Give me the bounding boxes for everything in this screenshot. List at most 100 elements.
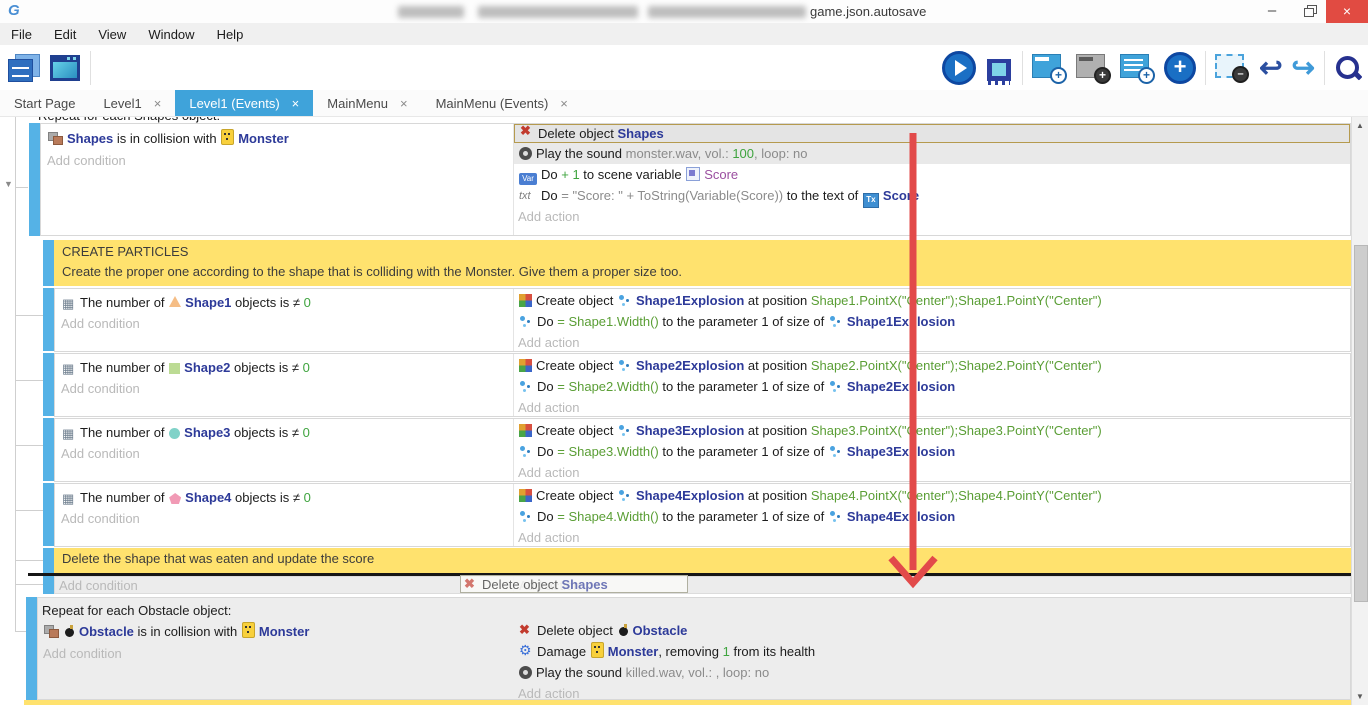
text-run: Create object (536, 358, 617, 373)
menu-edit[interactable]: Edit (43, 27, 87, 42)
delete-event-icon[interactable] (1215, 54, 1244, 78)
text-run: killed.wav, vol.: , loop: no (626, 665, 770, 680)
condition-shape3-count[interactable]: The number of Shape3 objects is ≠ 0 (61, 422, 310, 443)
text-run: Shape1.PointX("Center");Shape1.PointY("C… (811, 293, 1102, 308)
event-indent-bar[interactable] (43, 288, 54, 351)
close-icon[interactable]: × (292, 90, 300, 117)
add-condition-link[interactable]: Add condition (61, 378, 140, 399)
text-run: objects is (231, 490, 292, 505)
add-condition-link[interactable]: Add condition (61, 443, 140, 464)
window-title: game.json.autosave (810, 4, 926, 19)
close-icon[interactable]: × (560, 90, 568, 117)
condition-shapes-collision[interactable]: Shapes is in collision with Monster (47, 128, 289, 149)
event-indent-bar[interactable] (43, 548, 54, 573)
text-run: Do (537, 379, 557, 394)
event-indent-bar[interactable] (26, 597, 37, 700)
toolbar-left (8, 51, 91, 85)
event-indent-bar[interactable] (43, 483, 54, 546)
condition-shape4-count[interactable]: The number of Shape4 objects is ≠ 0 (61, 487, 311, 508)
repeat-event-header[interactable]: Repeat for each Obstacle object: (42, 600, 231, 621)
restore-button[interactable] (1291, 0, 1325, 23)
tab-level1[interactable]: Level1× (89, 90, 175, 116)
menu-view[interactable]: View (87, 27, 137, 42)
text-run: Shape2.PointX("Center");Shape2.PointY("C… (811, 358, 1102, 373)
tab-mainmenu[interactable]: MainMenu× (313, 90, 421, 116)
text-run: Shape2Explosion (636, 358, 744, 373)
undo-icon[interactable] (1259, 53, 1282, 83)
event-indent-bar[interactable] (43, 353, 54, 416)
scroll-down-icon[interactable]: ▼ (1352, 692, 1368, 701)
particle-icon (829, 315, 843, 328)
monster-icon (242, 622, 255, 638)
title-bar: G game.json.autosave – × (0, 0, 1368, 24)
text-run: at position (744, 293, 811, 308)
condition-shape1-count[interactable]: The number of Shape1 objects is ≠ 0 (61, 292, 311, 313)
project-manager-icon[interactable] (8, 54, 40, 82)
tab-label: Start Page (14, 96, 75, 111)
text-run: Shape4.PointX("Center");Shape4.PointY("C… (811, 488, 1102, 503)
x-icon (464, 577, 478, 591)
close-button[interactable]: × (1326, 0, 1368, 23)
event-indent-bar[interactable] (29, 123, 40, 236)
play-icon[interactable] (942, 51, 976, 85)
particle-icon (618, 424, 632, 437)
monster-icon (221, 129, 234, 145)
text-run: Score (704, 167, 738, 182)
close-icon[interactable]: × (400, 90, 408, 117)
scroll-up-icon[interactable]: ▲ (1352, 121, 1368, 130)
menu-window[interactable]: Window (137, 27, 205, 42)
text-run: Shape3Explosion (636, 423, 744, 438)
action-delete-obstacle[interactable]: Delete object Obstacle (514, 620, 1350, 641)
particle-icon (519, 445, 533, 458)
redo-icon[interactable] (1292, 53, 1315, 83)
minimize-button[interactable]: – (1255, 0, 1289, 23)
scrollbar-thumb[interactable] (1354, 245, 1368, 602)
redacted-title-text (398, 6, 464, 18)
add-condition-link[interactable]: Add condition (61, 313, 140, 334)
add-circle-icon[interactable] (1164, 52, 1196, 84)
scenevar-icon (686, 167, 700, 181)
add-comment-icon[interactable] (1120, 54, 1149, 78)
text-run: = Shape4.Width() (557, 509, 659, 524)
particle-icon (519, 380, 533, 393)
collision-icon (44, 625, 59, 638)
comment-delete-shape[interactable]: Delete the shape that was eaten and upda… (54, 548, 1351, 573)
tab-start-page[interactable]: Start Page (0, 90, 89, 116)
close-icon[interactable]: × (154, 90, 162, 117)
comment-body: Delete the shape that was eaten and upda… (62, 551, 374, 566)
search-icon[interactable] (1334, 54, 1362, 82)
add-condition-link[interactable]: Add condition (43, 643, 122, 664)
condition-shape2-count[interactable]: The number of Shape2 objects is ≠ 0 (61, 357, 310, 378)
add-subevent-icon[interactable] (1076, 54, 1105, 78)
tab-level1-events[interactable]: Level1 (Events)× (175, 90, 313, 116)
text-run: Shapes (562, 577, 608, 592)
event-indent-bar[interactable] (43, 240, 54, 286)
tree-connector (15, 187, 28, 188)
comment-partial-bottom[interactable] (24, 700, 1351, 705)
particle-icon (829, 510, 843, 523)
collapse-arrow-icon[interactable]: ▼ (4, 179, 13, 189)
tab-mainmenu-events[interactable]: MainMenu (Events)× (422, 90, 582, 116)
add-condition-link[interactable]: Add condition (59, 575, 138, 596)
menu-help[interactable]: Help (206, 27, 255, 42)
text-run: to scene variable (580, 167, 686, 182)
debug-icon[interactable] (987, 59, 1011, 81)
scene-editor-icon[interactable] (50, 55, 80, 81)
redacted-title-text (478, 6, 638, 18)
bomb-icon (618, 624, 629, 637)
event-shape2: The number of Shape2 objects is ≠ 0 Add … (54, 353, 1351, 417)
action-play-sound-killed[interactable]: Play the sound killed.wav, vol.: , loop:… (514, 662, 1350, 683)
add-event-icon[interactable] (1032, 54, 1061, 78)
condition-obstacle-collision[interactable]: Obstacle is in collision with Monster (43, 621, 309, 642)
comment-create-particles[interactable]: CREATE PARTICLES Create the proper one a… (54, 240, 1351, 286)
event-indent-bar[interactable] (43, 418, 54, 481)
text-run: 0 (303, 425, 310, 440)
action-damage-monster[interactable]: Damage Monster, removing 1 from its heal… (514, 641, 1350, 662)
x-icon (520, 126, 534, 140)
event-indent-bar[interactable] (43, 576, 54, 594)
add-condition-link[interactable]: Add condition (61, 508, 140, 529)
menu-file[interactable]: File (0, 27, 43, 42)
monster-icon (591, 642, 604, 658)
add-condition-link[interactable]: Add condition (47, 150, 126, 171)
vertical-scrollbar[interactable]: ▲ ▼ (1351, 117, 1368, 705)
